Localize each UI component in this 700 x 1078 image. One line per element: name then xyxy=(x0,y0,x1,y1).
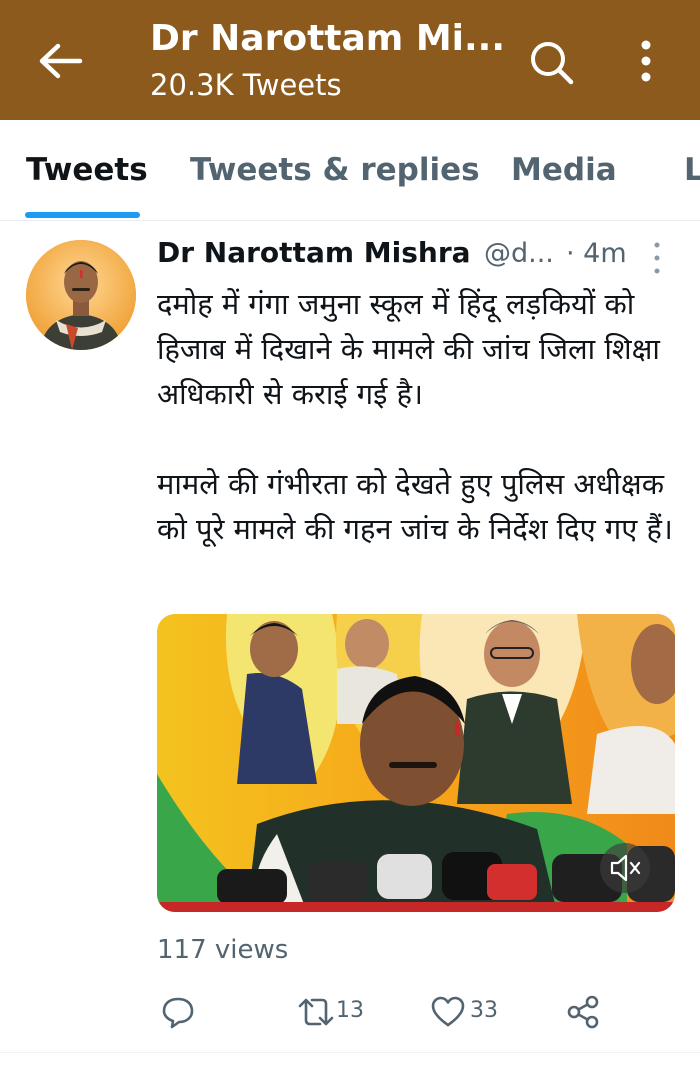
reply-icon[interactable] xyxy=(160,994,196,1030)
tweet-video[interactable] xyxy=(157,614,675,912)
tweet-views: 117 views xyxy=(157,935,289,965)
tab-tweets-replies[interactable]: Tweets & replies xyxy=(190,152,480,188)
retweet-icon[interactable] xyxy=(296,994,336,1030)
tweet-text: दमोह में गंगा जमुना स्कूल में हिंदू लड़क… xyxy=(157,282,687,552)
profile-header-bar: Dr Narottam Mi... 20.3K Tweets xyxy=(0,0,700,120)
active-tab-indicator xyxy=(25,212,140,218)
arrow-left-icon[interactable] xyxy=(34,38,86,84)
tweet-more-icon[interactable] xyxy=(650,240,664,276)
profile-title: Dr Narottam Mi... xyxy=(150,18,506,59)
tab-likes[interactable]: L xyxy=(684,152,700,188)
tweet-text-paragraph: दमोह में गंगा जमुना स्कूल में हिंदू लड़क… xyxy=(157,287,660,411)
tweet-count: 20.3K Tweets xyxy=(150,68,342,102)
tweet-text-paragraph: मामले की गंभीरता को देखते हुए पुलिस अधीक… xyxy=(157,467,673,546)
tweet-timestamp[interactable]: · 4m xyxy=(566,238,627,269)
share-icon[interactable] xyxy=(565,994,601,1030)
search-icon[interactable] xyxy=(526,38,578,88)
like-count: 33 xyxy=(470,998,498,1023)
tweet-author-handle[interactable]: @d... xyxy=(484,238,554,269)
more-vertical-icon[interactable] xyxy=(628,38,664,84)
heart-icon[interactable] xyxy=(430,994,466,1030)
tweet-author-name[interactable]: Dr Narottam Mishra xyxy=(157,236,471,269)
tab-tweets[interactable]: Tweets xyxy=(26,152,148,188)
profile-tabs: Tweets Tweets & replies Media L xyxy=(0,120,700,221)
tweet-divider xyxy=(0,1052,700,1053)
tab-media[interactable]: Media xyxy=(511,152,617,188)
mute-icon[interactable] xyxy=(600,843,650,893)
retweet-count: 13 xyxy=(336,998,364,1023)
avatar[interactable] xyxy=(26,240,136,350)
